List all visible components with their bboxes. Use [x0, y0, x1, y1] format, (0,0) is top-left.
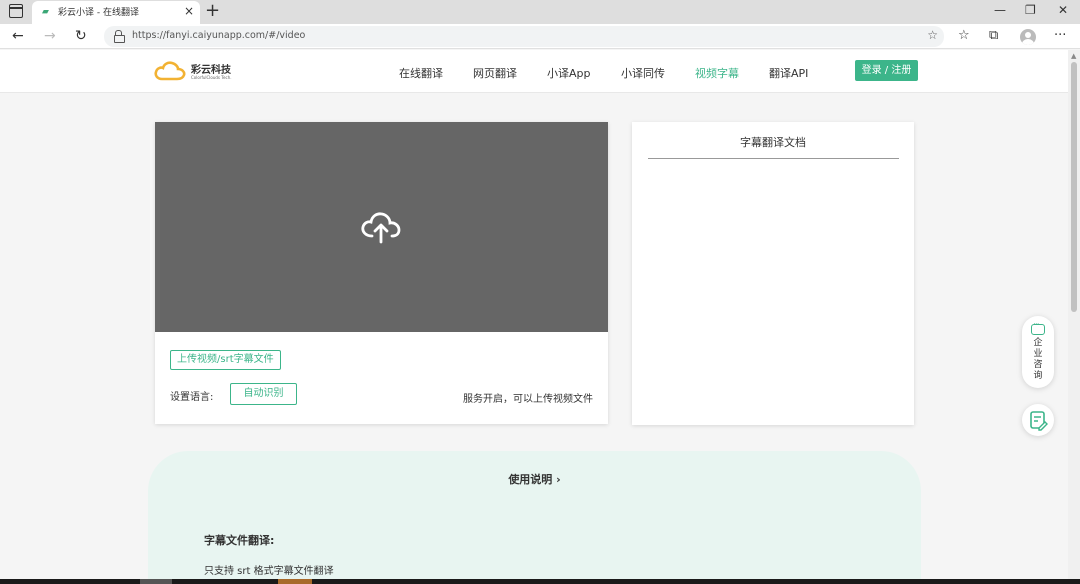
forward-button[interactable]: → [44, 27, 56, 45]
close-window-button[interactable]: ✕ [1058, 3, 1068, 17]
doc-title: 字幕翻译文档 [740, 136, 806, 149]
nav-online-translate[interactable]: 在线翻译 [399, 65, 443, 81]
instructions-text: 只支持 srt 格式字幕文件翻译 [204, 566, 334, 577]
language-label: 设置语言: [170, 392, 214, 403]
scroll-up-icon[interactable]: ▲ [1071, 52, 1076, 60]
consult-label: 企业咨询 [1033, 338, 1043, 381]
subtitle-doc-card: 字幕翻译文档 [632, 122, 914, 425]
instructions-heading: 字幕文件翻译: [204, 534, 275, 547]
nav-simultaneous[interactable]: 小译同传 [621, 65, 665, 81]
cloud-upload-icon [361, 212, 401, 244]
nav-web-translate[interactable]: 网页翻译 [473, 65, 517, 81]
more-icon[interactable]: ··· [1054, 28, 1066, 44]
collections-icon[interactable]: ⧉ [989, 28, 998, 44]
doc-textarea[interactable] [632, 166, 914, 410]
site-favicon-icon: ▰ [42, 7, 49, 17]
taskbar [0, 579, 1080, 584]
tab-title: 彩云小译 - 在线翻译 [58, 8, 139, 18]
page-scrollbar[interactable]: ▲ [1068, 50, 1080, 580]
new-tab-button[interactable]: + [205, 1, 220, 21]
taskbar-item[interactable] [278, 579, 312, 584]
restore-button[interactable]: ❐ [1025, 3, 1036, 17]
scroll-thumb[interactable] [1071, 62, 1077, 312]
favorites-icon[interactable]: ☆ [958, 28, 970, 44]
doc-divider [648, 158, 899, 159]
upload-file-button[interactable]: 上传视频/srt字幕文件 [170, 350, 281, 370]
nav-api[interactable]: 翻译API [769, 65, 808, 81]
instructions-section: 使用说明 › 字幕文件翻译: 只支持 srt 格式字幕文件翻译 [148, 451, 921, 584]
upload-dropzone[interactable] [155, 122, 608, 332]
chat-icon [1031, 320, 1045, 335]
profile-icon[interactable] [1020, 29, 1036, 45]
logo-name[interactable]: 彩云科技 [191, 61, 231, 76]
service-status-text: 服务开启，可以上传视频文件 [463, 394, 593, 405]
upload-card: 上传视频/srt字幕文件 设置语言: 自动识别 服务开启，可以上传视频文件 [155, 122, 608, 424]
logo-cloud-icon [154, 61, 186, 81]
minimize-button[interactable]: — [994, 3, 1006, 17]
back-button[interactable]: ← [12, 27, 24, 45]
enterprise-consult-button[interactable]: 企业咨询 [1022, 316, 1054, 388]
tab-actions-icon[interactable] [9, 4, 23, 18]
address-bar-row: ← → ↻ https://fanyi.caiyunapp.com/#/vide… [0, 24, 1080, 49]
feedback-button[interactable] [1022, 404, 1054, 436]
site-header: 彩云科技 ColorfulClouds Tech. 在线翻译 网页翻译 小译Ap… [0, 50, 1068, 93]
tab-close-icon[interactable]: × [184, 4, 194, 18]
url-text: https://fanyi.caiyunapp.com/#/video [132, 30, 306, 41]
nav-app[interactable]: 小译App [547, 65, 591, 81]
star-add-icon[interactable]: ☆ [927, 28, 938, 42]
taskbar-item[interactable] [140, 579, 172, 584]
browser-tab-bar: ▰ 彩云小译 - 在线翻译 × + — ❐ ✕ [0, 0, 1080, 24]
logo-subtitle: ColorfulClouds Tech. [191, 75, 232, 80]
edit-note-icon [1030, 411, 1048, 431]
lock-icon [114, 30, 125, 43]
refresh-button[interactable]: ↻ [75, 27, 87, 45]
browser-tab[interactable]: ▰ 彩云小译 - 在线翻译 × [32, 1, 200, 24]
login-register-button[interactable]: 登录 / 注册 [855, 60, 918, 81]
url-field[interactable]: https://fanyi.caiyunapp.com/#/video ☆ [104, 26, 944, 47]
language-select-button[interactable]: 自动识别 [230, 383, 297, 405]
usage-instructions-link[interactable]: 使用说明 › [148, 471, 921, 487]
nav-video-subtitle[interactable]: 视频字幕 [695, 65, 739, 81]
